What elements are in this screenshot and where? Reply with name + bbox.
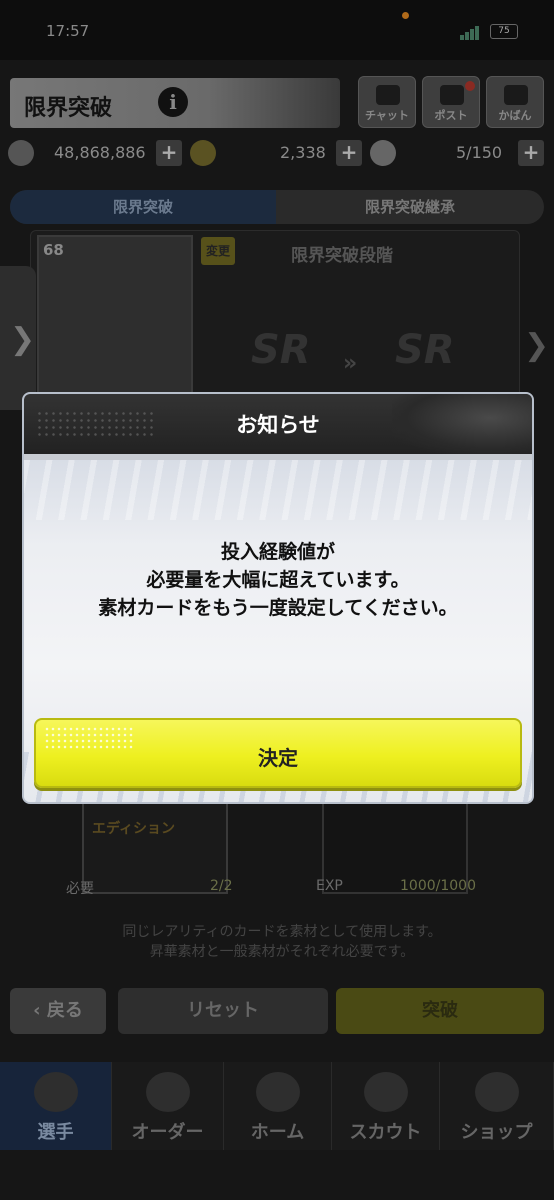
dialog-message-line1: 投入経験値が: [220, 541, 335, 563]
mail-icon: [440, 85, 464, 105]
post-label: ポスト: [434, 109, 468, 122]
confirm-button[interactable]: 決定: [34, 718, 522, 788]
bag-icon: [504, 85, 528, 105]
next-arrow-icon[interactable]: ❯: [524, 328, 549, 363]
baseball-icon: [370, 140, 396, 166]
nav-order[interactable]: オーダー: [112, 1062, 224, 1150]
coin-resource: 48,868,886 +: [8, 138, 184, 168]
player-card-image[interactable]: 68: [37, 235, 193, 395]
signal-icon: [460, 24, 484, 40]
confirm-label: 決定: [258, 746, 298, 770]
nav-shop-label: ショップ: [460, 1122, 533, 1143]
material-note: 同じレアリティのカードを素材として使用します。 昇華素材と一般素材がそれぞれ必要…: [62, 922, 502, 962]
tab-bar: 限界突破 限界突破継承: [10, 190, 544, 224]
edition-material-slot[interactable]: エディション: [82, 800, 228, 894]
star-icon: [190, 140, 216, 166]
notice-dialog: お知らせ 投入経験値が 必要量を大幅に超えています。 素材カードをもう一度設定し…: [24, 394, 532, 802]
header-title-box: 限界突破 i: [10, 78, 340, 128]
bag-button[interactable]: かばん: [486, 76, 544, 128]
dialog-title: お知らせ: [236, 413, 320, 437]
page-title: 限界突破: [24, 96, 113, 121]
baseball-icon: [33, 1072, 78, 1112]
add-ball-button[interactable]: +: [518, 140, 544, 166]
body-stripes-decoration: [24, 460, 532, 520]
chevron-right-icon: ❯: [10, 322, 36, 357]
required-value: 2/2: [210, 878, 233, 894]
dialog-message-line3: 素材カードをもう一度設定してください。: [98, 597, 458, 619]
dialog-header: お知らせ: [24, 394, 532, 454]
dialog-message-line2: 必要量を大幅に超えています。: [146, 569, 410, 591]
tab-limit-break[interactable]: 限界突破: [10, 190, 276, 224]
coin-value: 48,868,886: [54, 143, 146, 162]
break-button[interactable]: 突破: [336, 988, 544, 1034]
battery-level: 75: [498, 26, 510, 36]
nav-shop[interactable]: ショップ: [440, 1062, 554, 1150]
material-note-line1: 同じレアリティのカードを素材として使用します。: [122, 924, 442, 940]
ball-icon: [255, 1072, 300, 1112]
ball-resource: 5/150 +: [370, 138, 546, 168]
chat-button[interactable]: チャット: [358, 76, 416, 128]
change-button[interactable]: 変更: [201, 237, 235, 265]
nav-order-label: オーダー: [131, 1122, 204, 1143]
notification-dot: [402, 12, 409, 19]
ball-value: 5/150: [456, 143, 503, 162]
edition-label: エディション: [92, 821, 176, 837]
status-bar: 17:57 75: [0, 0, 554, 60]
nav-scout[interactable]: スカウト: [332, 1062, 440, 1150]
back-label: 戻る: [46, 1000, 83, 1021]
add-coin-button[interactable]: +: [156, 140, 182, 166]
post-notification-dot: [465, 81, 475, 91]
reset-button[interactable]: リセット: [118, 988, 328, 1034]
chat-icon: [376, 85, 400, 105]
from-rank-badge: SR: [251, 327, 311, 373]
field-icon: [145, 1072, 190, 1112]
exp-label: EXP: [316, 878, 343, 894]
nav-players[interactable]: 選手: [0, 1062, 112, 1150]
card-level: 68: [43, 241, 64, 259]
nav-home-label: ホーム: [250, 1122, 305, 1143]
tab-limit-break-inherit[interactable]: 限界突破継承: [276, 190, 544, 224]
required-label: 必要: [66, 881, 94, 897]
star-resource: 2,338 +: [190, 138, 362, 168]
cart-icon: [474, 1072, 519, 1112]
post-button[interactable]: ポスト: [422, 76, 480, 128]
coin-icon: [8, 140, 34, 166]
rank-arrow-icon: »: [343, 351, 358, 376]
add-star-button[interactable]: +: [336, 140, 362, 166]
back-button[interactable]: ‹ 戻る: [10, 988, 106, 1034]
battery-icon: 75: [490, 24, 518, 39]
star-value: 2,338: [280, 143, 326, 162]
status-time: 17:57: [46, 22, 90, 40]
chat-label: チャット: [365, 109, 409, 122]
bag-label: かばん: [498, 109, 532, 122]
nav-scout-label: スカウト: [349, 1122, 422, 1143]
material-note-line2: 昇華素材と一般素材がそれぞれ必要です。: [149, 944, 415, 960]
nav-home[interactable]: ホーム: [224, 1062, 332, 1150]
card-area: 68 変更 限界突破段階 SR » SR: [30, 230, 520, 400]
stage-title: 限界突破段階: [291, 246, 393, 266]
to-rank-badge: SR: [395, 327, 455, 373]
cards-icon: [363, 1072, 408, 1112]
side-panel-toggle[interactable]: ❯: [0, 266, 36, 410]
exp-value: 1000/1000: [400, 878, 476, 894]
bottom-nav: 選手 オーダー ホーム スカウト ショップ: [0, 1062, 554, 1150]
dialog-message: 投入経験値が 必要量を大幅に超えています。 素材カードをもう一度設定してください…: [24, 538, 532, 622]
nav-players-label: 選手: [37, 1122, 74, 1143]
info-icon[interactable]: i: [158, 87, 188, 117]
